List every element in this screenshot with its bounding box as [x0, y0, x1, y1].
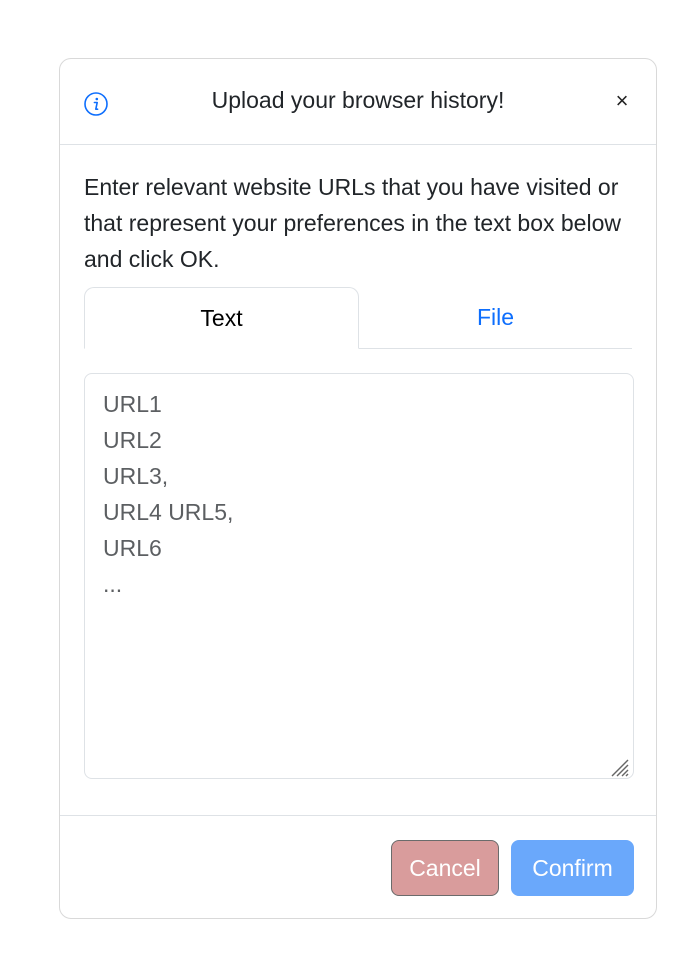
input-mode-tabs: Text File — [84, 287, 632, 349]
instructions-text: Enter relevant website URLs that you hav… — [84, 174, 621, 272]
upload-history-modal: Upload your browser history! × Enter rel… — [59, 58, 657, 919]
confirm-button[interactable]: Confirm — [511, 840, 634, 896]
tab-text[interactable]: Text — [84, 287, 359, 349]
modal-title: Upload your browser history! — [211, 87, 505, 113]
modal-footer: Cancel Confirm — [60, 816, 656, 920]
close-button[interactable]: × — [610, 89, 634, 113]
close-icon: × — [615, 88, 629, 113]
resize-handle-icon[interactable] — [608, 756, 630, 778]
modal-body: Enter relevant website URLs that you hav… — [60, 145, 656, 816]
modal-header: Upload your browser history! × — [60, 59, 656, 145]
tab-file[interactable]: File — [359, 287, 632, 348]
cancel-button[interactable]: Cancel — [391, 840, 499, 896]
url-textarea[interactable] — [84, 373, 634, 779]
url-textarea-wrapper — [84, 373, 634, 784]
